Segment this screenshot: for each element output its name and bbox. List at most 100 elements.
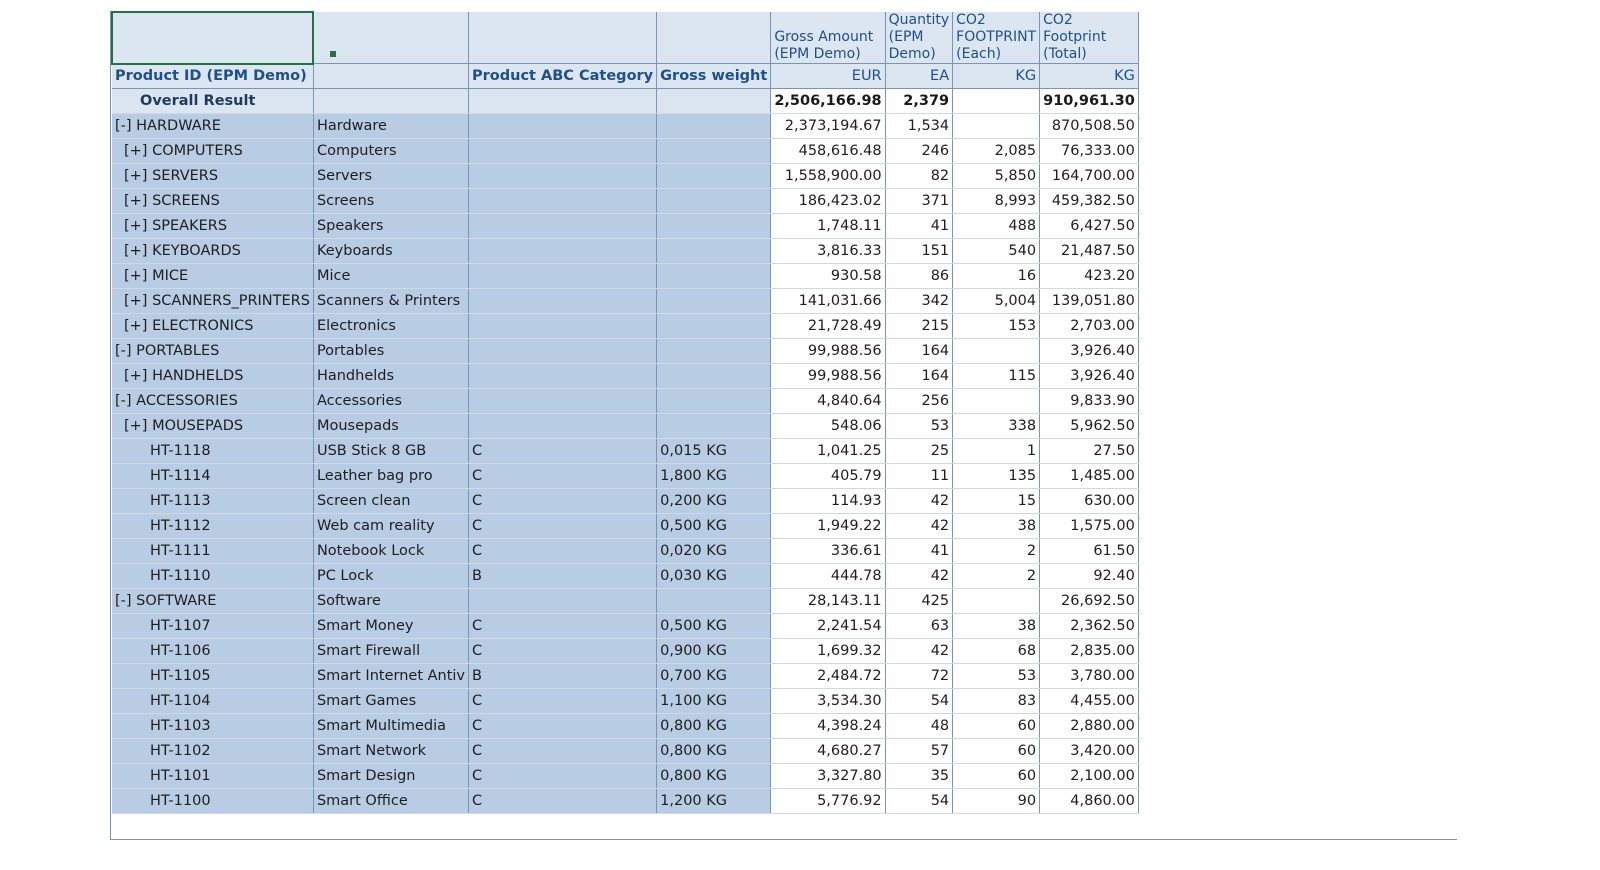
co2-each-cell[interactable] xyxy=(952,388,1041,414)
product-name-cell[interactable]: Leather bag pro xyxy=(313,463,470,489)
co2-each-cell[interactable]: 15 xyxy=(952,488,1041,514)
quantity-cell[interactable]: 41 xyxy=(885,213,954,239)
abc-category-cell[interactable]: C xyxy=(468,788,658,814)
header-top-cell[interactable] xyxy=(313,12,470,64)
abc-category-cell[interactable]: C xyxy=(468,763,658,789)
gross-weight-cell[interactable] xyxy=(656,363,772,389)
product-id-cell[interactable]: [+] SPEAKERS xyxy=(112,213,314,239)
product-name-cell[interactable]: Screen clean xyxy=(313,488,470,514)
co2-total-cell[interactable]: 92.40 xyxy=(1039,563,1139,589)
gross-weight-cell[interactable]: 1,800 KG xyxy=(656,463,772,489)
co2-each-cell[interactable]: 8,993 xyxy=(952,188,1041,214)
product-name-cell[interactable]: USB Stick 8 GB xyxy=(313,438,470,464)
co2-total-cell[interactable]: 2,835.00 xyxy=(1039,638,1139,664)
co2-total-cell[interactable]: 26,692.50 xyxy=(1039,588,1139,614)
product-name-cell[interactable]: Servers xyxy=(313,163,470,189)
product-id-cell[interactable]: HT-1114 xyxy=(112,463,314,489)
product-name-cell[interactable]: Electronics xyxy=(313,313,470,339)
gross-weight-cell[interactable]: 0,015 KG xyxy=(656,438,772,464)
product-id-cell[interactable]: [-] PORTABLES xyxy=(112,338,314,364)
overall-result-label[interactable]: Overall Result xyxy=(112,88,314,114)
co2-each-cell[interactable]: 60 xyxy=(952,763,1041,789)
gross-weight-cell[interactable]: 0,500 KG xyxy=(656,513,772,539)
quantity-cell[interactable]: 63 xyxy=(885,613,954,639)
product-id-cell[interactable]: [+] ELECTRONICS xyxy=(112,313,314,339)
gross-amount-cell[interactable]: 336.61 xyxy=(770,538,886,564)
co2-each-cell[interactable]: 53 xyxy=(952,663,1041,689)
quantity-cell[interactable]: 41 xyxy=(885,538,954,564)
co2-each-cell[interactable]: 2 xyxy=(952,563,1041,589)
gross-weight-cell[interactable] xyxy=(656,138,772,164)
gross-amount-cell[interactable]: 1,041.25 xyxy=(770,438,886,464)
gross-weight-cell[interactable] xyxy=(656,313,772,339)
abc-category-cell[interactable]: C xyxy=(468,438,658,464)
selected-cell[interactable] xyxy=(110,11,315,65)
gross-amount-cell[interactable]: 4,840.64 xyxy=(770,388,886,414)
abc-category-cell[interactable] xyxy=(468,413,658,439)
co2-total-cell[interactable]: 2,880.00 xyxy=(1039,713,1139,739)
fill-handle[interactable] xyxy=(330,51,336,57)
product-id-cell[interactable]: [+] MOUSEPADS xyxy=(112,413,314,439)
product-name-cell[interactable]: Smart Network xyxy=(313,738,470,764)
gross-weight-cell[interactable] xyxy=(656,288,772,314)
overall-qty[interactable]: 2,379 xyxy=(885,88,954,114)
product-id-cell[interactable]: HT-1112 xyxy=(112,513,314,539)
gross-amount-cell[interactable]: 1,699.32 xyxy=(770,638,886,664)
product-name-cell[interactable]: Notebook Lock xyxy=(313,538,470,564)
co2-total-cell[interactable]: 3,780.00 xyxy=(1039,663,1139,689)
co2-total-cell[interactable]: 3,420.00 xyxy=(1039,738,1139,764)
product-id-cell[interactable]: [-] HARDWARE xyxy=(112,113,314,139)
product-id-cell[interactable]: HT-1106 xyxy=(112,638,314,664)
co2-total-cell[interactable]: 3,926.40 xyxy=(1039,363,1139,389)
abc-category-cell[interactable]: C xyxy=(468,738,658,764)
product-id-cell[interactable]: [+] MICE xyxy=(112,263,314,289)
co2-each-cell[interactable]: 115 xyxy=(952,363,1041,389)
co2-total-cell[interactable]: 630.00 xyxy=(1039,488,1139,514)
quantity-cell[interactable]: 151 xyxy=(885,238,954,264)
quantity-cell[interactable]: 72 xyxy=(885,663,954,689)
product-name-cell[interactable]: Smart Design xyxy=(313,763,470,789)
quantity-cell[interactable]: 35 xyxy=(885,763,954,789)
gross-amount-cell[interactable]: 458,616.48 xyxy=(770,138,886,164)
co2-total-cell[interactable]: 164,700.00 xyxy=(1039,163,1139,189)
gross-amount-cell[interactable]: 444.78 xyxy=(770,563,886,589)
product-id-cell[interactable]: [+] SCREENS xyxy=(112,188,314,214)
header-abc-category[interactable]: Product ABC Category xyxy=(468,63,658,89)
product-id-cell[interactable]: HT-1105 xyxy=(112,663,314,689)
gross-amount-cell[interactable]: 930.58 xyxy=(770,263,886,289)
product-id-cell[interactable]: HT-1101 xyxy=(112,763,314,789)
quantity-cell[interactable]: 246 xyxy=(885,138,954,164)
gross-weight-cell[interactable] xyxy=(656,388,772,414)
abc-category-cell[interactable]: C xyxy=(468,638,658,664)
quantity-cell[interactable]: 1,534 xyxy=(885,113,954,139)
co2-total-cell[interactable]: 5,962.50 xyxy=(1039,413,1139,439)
co2-total-cell[interactable]: 2,100.00 xyxy=(1039,763,1139,789)
product-name-cell[interactable]: Smart Games xyxy=(313,688,470,714)
product-id-cell[interactable]: HT-1102 xyxy=(112,738,314,764)
quantity-cell[interactable]: 11 xyxy=(885,463,954,489)
co2-each-cell[interactable]: 2,085 xyxy=(952,138,1041,164)
co2-each-cell[interactable]: 68 xyxy=(952,638,1041,664)
gross-amount-cell[interactable]: 2,241.54 xyxy=(770,613,886,639)
product-id-cell[interactable]: [+] COMPUTERS xyxy=(112,138,314,164)
product-name-cell[interactable]: Smart Internet Antiv xyxy=(313,663,470,689)
header-quantity[interactable]: Quantity (EPM Demo) xyxy=(885,12,954,64)
quantity-cell[interactable]: 42 xyxy=(885,563,954,589)
quantity-cell[interactable]: 53 xyxy=(885,413,954,439)
gross-weight-cell[interactable]: 0,700 KG xyxy=(656,663,772,689)
quantity-cell[interactable]: 48 xyxy=(885,713,954,739)
abc-category-cell[interactable] xyxy=(468,263,658,289)
co2-each-cell[interactable]: 16 xyxy=(952,263,1041,289)
header-product-id[interactable]: Product ID (EPM Demo) xyxy=(112,63,314,89)
gross-weight-cell[interactable]: 1,100 KG xyxy=(656,688,772,714)
gross-amount-cell[interactable]: 1,949.22 xyxy=(770,513,886,539)
co2-each-cell[interactable]: 38 xyxy=(952,513,1041,539)
gross-weight-cell[interactable]: 0,030 KG xyxy=(656,563,772,589)
product-id-cell[interactable]: HT-1103 xyxy=(112,713,314,739)
header-top-cell[interactable] xyxy=(468,12,658,64)
abc-category-cell[interactable]: C xyxy=(468,688,658,714)
gross-weight-cell[interactable]: 0,020 KG xyxy=(656,538,772,564)
co2-total-cell[interactable]: 870,508.50 xyxy=(1039,113,1139,139)
co2-total-cell[interactable]: 4,455.00 xyxy=(1039,688,1139,714)
abc-category-cell[interactable] xyxy=(468,588,658,614)
